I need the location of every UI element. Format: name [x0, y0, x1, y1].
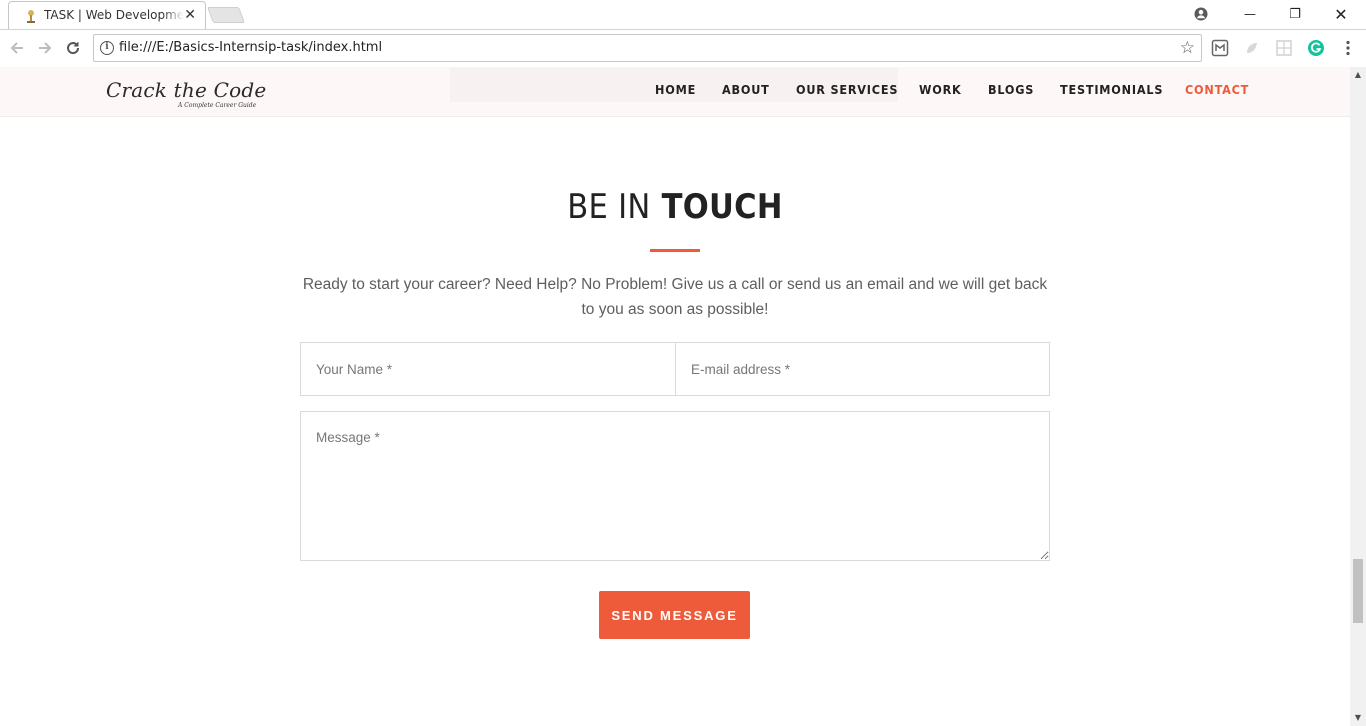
address-url[interactable]: file:///E:/Basics-Internsip-task/index.h… [119, 40, 382, 55]
grammarly-icon[interactable] [1307, 39, 1325, 57]
send-message-button[interactable]: SEND MESSAGE [599, 591, 750, 639]
restore-button[interactable]: ❐ [1272, 0, 1318, 28]
extension-grid-icon[interactable] [1275, 39, 1293, 57]
scrollbar-thumb[interactable] [1353, 559, 1363, 623]
minimize-button[interactable]: — [1227, 0, 1273, 28]
back-arrow-icon[interactable] [6, 37, 28, 59]
new-tab-button[interactable] [207, 7, 245, 23]
scroll-down-arrow-icon[interactable]: ▼ [1350, 710, 1366, 726]
page-viewport: Crack the Code A Complete Career Guide H… [0, 67, 1350, 726]
heading-divider [650, 249, 700, 252]
page-scrollbar[interactable]: ▲ ▼ [1350, 67, 1366, 726]
tab-close-button[interactable]: ✕ [184, 7, 196, 23]
tab-title: TASK | Web Development [44, 8, 184, 22]
forward-arrow-icon[interactable] [34, 37, 56, 59]
message-field[interactable] [300, 411, 1050, 561]
browser-tab[interactable]: TASK | Web Development ✕ [8, 1, 206, 29]
name-field[interactable] [300, 342, 676, 396]
section-heading: BE IN TOUCH [0, 187, 1350, 227]
browser-menu-icon[interactable] [1339, 39, 1357, 57]
extension-icon[interactable] [1211, 39, 1229, 57]
address-bar[interactable]: i file:///E:/Basics-Internsip-task/index… [93, 34, 1202, 62]
contact-lead-text: Ready to start your career? Need Help? N… [302, 276, 1048, 318]
account-icon[interactable] [1178, 0, 1224, 28]
scroll-up-arrow-icon[interactable]: ▲ [1350, 67, 1366, 83]
window-close-button[interactable]: ✕ [1318, 0, 1364, 28]
bookmark-star-icon[interactable]: ☆ [1180, 38, 1195, 58]
browser-tabstrip: TASK | Web Development ✕ — ❐ ✕ [0, 0, 1366, 29]
favicon-icon [27, 10, 35, 23]
browser-toolbar: i file:///E:/Basics-Internsip-task/index… [0, 29, 1366, 66]
heading-light-part: BE IN [567, 187, 651, 227]
email-field[interactable] [675, 342, 1050, 396]
contact-section: BE IN TOUCH Ready to start your career? … [0, 67, 1350, 726]
heading-bold-part: TOUCH [661, 187, 783, 227]
extension-leaf-icon[interactable] [1243, 39, 1261, 57]
reload-icon[interactable] [62, 37, 84, 59]
site-info-icon[interactable]: i [100, 41, 114, 55]
